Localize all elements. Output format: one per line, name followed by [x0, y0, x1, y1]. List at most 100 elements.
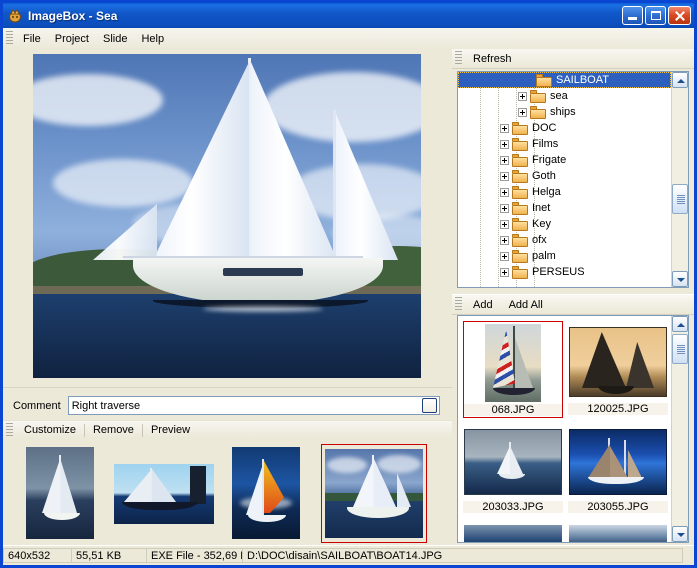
- thumbnail-caption: 203055.JPG: [568, 501, 668, 513]
- expand-icon[interactable]: [500, 139, 509, 149]
- thumbnail-item-203033[interactable]: 203033.JPG: [463, 423, 563, 520]
- list-item[interactable]: [114, 464, 214, 524]
- thumbs-scroll-up-button[interactable]: [672, 316, 688, 332]
- tree-node-label: Films: [532, 137, 559, 150]
- expand-icon[interactable]: [518, 107, 527, 117]
- minimize-button[interactable]: [622, 6, 643, 25]
- tree-toolbar: Refresh: [452, 49, 694, 69]
- tree-node-palm[interactable]: palm: [458, 248, 671, 264]
- menu-item-slide[interactable]: Slide: [96, 31, 134, 47]
- thumbnail-browser[interactable]: 068.JPG 120025.JPG 203033.JPG 203055.JPG: [457, 315, 689, 543]
- tree-node-label: SAILBOAT: [556, 73, 609, 86]
- list-item[interactable]: [325, 449, 423, 538]
- photo-wake: [203, 306, 323, 312]
- thumbnail-caption: 120025.JPG: [568, 403, 668, 415]
- comment-field-wrapper[interactable]: [67, 396, 440, 415]
- expand-icon[interactable]: [518, 91, 527, 101]
- slide-toolbar-grip[interactable]: [6, 422, 13, 438]
- tree-node-label: Inet: [532, 201, 551, 214]
- photo-mast-2: [333, 110, 336, 260]
- list-item[interactable]: [232, 447, 300, 539]
- thumbnail-image: [485, 324, 541, 402]
- tree-node-inet[interactable]: Inet: [458, 200, 671, 216]
- comment-color-button[interactable]: [421, 398, 437, 413]
- thumbs-toolbar-grip[interactable]: [455, 297, 462, 312]
- tree-node-sea[interactable]: sea: [458, 88, 671, 104]
- thumb-sail: [511, 448, 523, 474]
- thumbnail-item-203055[interactable]: 203055.JPG: [568, 423, 668, 520]
- status-dimensions: 640x532: [3, 548, 72, 563]
- maximize-button[interactable]: [645, 6, 666, 25]
- tree-node-key[interactable]: Key: [458, 216, 671, 232]
- expand-icon[interactable]: [500, 235, 509, 245]
- expand-icon[interactable]: [500, 171, 509, 181]
- folder-icon: [512, 121, 528, 135]
- expand-icon[interactable]: [500, 123, 509, 133]
- folder-icon: [512, 265, 528, 279]
- menu-item-project[interactable]: Project: [48, 31, 96, 47]
- add-all-button[interactable]: Add All: [501, 298, 551, 312]
- preview-button[interactable]: Preview: [143, 423, 198, 437]
- thumb-mast: [262, 459, 264, 515]
- list-item[interactable]: [26, 447, 94, 539]
- thumb-sail: [588, 444, 610, 478]
- status-filesize: 55,51 KB: [72, 548, 147, 563]
- tree-node-doc[interactable]: DOC: [458, 120, 671, 136]
- thumbs-scroll-thumb[interactable]: [672, 334, 688, 364]
- folder-tree[interactable]: SAILBOAT sea ships DOC Films Frigate Got…: [457, 71, 689, 288]
- slide-toolbar: Customize Remove Preview: [3, 420, 452, 440]
- viewer-divider: [3, 387, 452, 388]
- thumbnail-item-partial[interactable]: [568, 525, 668, 542]
- status-filepath: D:\DOC\disain\SAILBOAT\BOAT14.JPG: [243, 548, 683, 563]
- tree-node-sailboat[interactable]: SAILBOAT: [458, 72, 671, 88]
- thumbnail-image: [464, 525, 562, 542]
- tree-node-label: sea: [550, 89, 568, 102]
- comment-label: Comment: [13, 399, 61, 412]
- menu-item-file[interactable]: File: [16, 31, 48, 47]
- tree-node-perseus[interactable]: PERSEUS: [458, 264, 671, 280]
- tree-toolbar-grip[interactable]: [455, 51, 462, 66]
- app-icon: [7, 8, 23, 24]
- thumbnail-item-068[interactable]: 068.JPG: [463, 321, 563, 418]
- tree-scroll-thumb[interactable]: [672, 184, 688, 214]
- remove-button[interactable]: Remove: [85, 423, 142, 437]
- tree-node-ships[interactable]: ships: [458, 104, 671, 120]
- menu-grip-handle[interactable]: [6, 31, 13, 46]
- expand-icon[interactable]: [500, 203, 509, 213]
- folder-icon: [530, 105, 546, 119]
- tree-scroll-down-button[interactable]: [672, 271, 688, 287]
- expand-icon[interactable]: [500, 155, 509, 165]
- expand-icon[interactable]: [500, 219, 509, 229]
- tree-node-label: PERSEUS: [532, 265, 585, 278]
- title-bar[interactable]: ImageBox - Sea: [3, 3, 694, 28]
- thumbnail-item-partial[interactable]: [463, 525, 563, 542]
- filmstrip: [3, 439, 452, 546]
- close-button[interactable]: [668, 6, 691, 25]
- comment-input[interactable]: [68, 397, 422, 414]
- chevron-up-icon: [677, 79, 685, 83]
- expand-icon[interactable]: [500, 187, 509, 197]
- refresh-button[interactable]: Refresh: [465, 52, 520, 66]
- tree-node-ofx[interactable]: ofx: [458, 232, 671, 248]
- expand-icon[interactable]: [500, 267, 509, 277]
- main-image-preview[interactable]: [33, 54, 421, 378]
- tree-node-helga[interactable]: Helga: [458, 184, 671, 200]
- expand-icon[interactable]: [500, 251, 509, 261]
- add-button[interactable]: Add: [465, 298, 501, 312]
- tree-node-label: Helga: [532, 185, 561, 198]
- thumbs-scroll-down-button[interactable]: [672, 526, 688, 542]
- thumbnail-scrollbar[interactable]: [671, 316, 688, 542]
- photo-cabin-windows: [223, 268, 303, 276]
- tree-node-goth[interactable]: Goth: [458, 168, 671, 184]
- customize-button[interactable]: Customize: [16, 423, 84, 437]
- photo-cloud: [53, 159, 193, 207]
- thumb-spinnaker: [493, 330, 515, 388]
- thumb-hull: [588, 477, 644, 484]
- tree-node-films[interactable]: Films: [458, 136, 671, 152]
- tree-scroll-up-button[interactable]: [672, 72, 688, 88]
- thumbnail-item-120025[interactable]: 120025.JPG: [568, 321, 668, 418]
- tree-scrollbar[interactable]: [671, 72, 688, 287]
- tree-node-frigate[interactable]: Frigate: [458, 152, 671, 168]
- tree-node-label: DOC: [532, 121, 557, 134]
- menu-item-help[interactable]: Help: [134, 31, 171, 47]
